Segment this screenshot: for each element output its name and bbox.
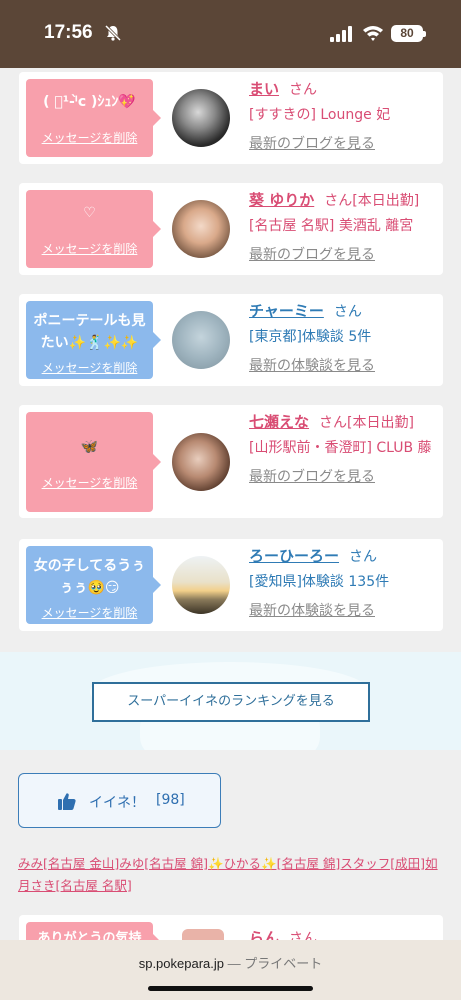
honorific: さん: [319, 415, 348, 431]
ranking-banner: スーパーイイネのランキングを見る: [0, 652, 461, 750]
sender-info: まい さん [すすきの] Lounge 妃 最新のブログを見る: [249, 78, 441, 155]
sender-info: チャーミー さん [東京都]体験談 5件 最新の体験談を見る: [249, 300, 441, 377]
bell-muted-icon: [104, 24, 122, 42]
sender-name[interactable]: ろーひーろー: [249, 547, 339, 565]
message-text: ポニーテールも見たい✨🕺✨✨: [33, 313, 146, 351]
message-text: 女の子してるうぅぅぅ🥹😏: [33, 558, 146, 596]
message-card: ポニーテールも見たい✨🕺✨✨ メッセージを削除 チャーミー さん [東京都]体験談…: [19, 294, 443, 386]
browser-address-bar[interactable]: sp.pokepara.jp — プライベート: [0, 940, 461, 1000]
user-region: [愛知県]体験談 135件: [249, 574, 390, 590]
wifi-icon: [363, 26, 383, 41]
honorific: さん: [324, 193, 353, 209]
avatar[interactable]: [172, 556, 230, 614]
latest-blog-link[interactable]: 最新のブログを見る: [249, 466, 441, 488]
thumbs-up-icon: [58, 793, 76, 810]
message-card: ♡ メッセージを削除 葵 ゆりか さん[本日出勤] [名古屋 名駅] 美酒乱 離宮…: [19, 183, 443, 275]
delete-message-link[interactable]: メッセージを削除: [26, 604, 153, 621]
avatar[interactable]: [172, 89, 230, 147]
sender-name[interactable]: 七瀬えな: [249, 413, 309, 431]
shop-name[interactable]: [山形駅前・香澄町] CLUB 藤: [249, 437, 441, 459]
shop-name[interactable]: [名古屋 名駅] 美酒乱 離宮: [249, 215, 441, 237]
message-text: 🦋: [80, 439, 99, 455]
message-bubble: 女の子してるうぅぅぅ🥹😏 メッセージを削除: [26, 546, 161, 624]
message-bubble: 🦋 メッセージを削除: [26, 412, 161, 512]
sender-info: ろーひーろー さん [愛知県]体験談 135件 最新の体験談を見る: [249, 545, 441, 622]
message-card: 女の子してるうぅぅぅ🥹😏 メッセージを削除 ろーひーろー さん [愛知県]体験談 …: [19, 539, 443, 631]
delete-message-link[interactable]: メッセージを削除: [26, 240, 153, 257]
message-text: ( ﾟ¹-ˡ̀ᴄ )ｼｭﾝ💖: [43, 94, 136, 110]
like-count: [98]: [156, 792, 185, 808]
delete-message-link[interactable]: メッセージを削除: [26, 474, 153, 491]
today-badge: [本日出勤]: [352, 193, 420, 209]
message-card: 🦋 メッセージを削除 七瀬えな さん[本日出勤] [山形駅前・香澄町] CLUB …: [19, 405, 443, 518]
sender-name[interactable]: チャーミー: [249, 302, 324, 320]
latest-blog-link[interactable]: 最新のブログを見る: [249, 133, 441, 155]
user-region: [東京都]体験談 5件: [249, 329, 372, 345]
avatar-placeholder[interactable]: [172, 311, 230, 369]
delete-message-link[interactable]: メッセージを削除: [26, 129, 153, 146]
battery-icon: 80: [391, 25, 426, 42]
honorific: さん: [349, 549, 378, 565]
url-display[interactable]: sp.pokepara.jp — プライベート: [0, 953, 461, 972]
home-indicator[interactable]: [148, 986, 313, 991]
message-bubble: ポニーテールも見たい✨🕺✨✨ メッセージを削除: [26, 301, 161, 379]
message-bubble: ( ﾟ¹-ˡ̀ᴄ )ｼｭﾝ💖 メッセージを削除: [26, 79, 161, 157]
cellular-signal-icon: [330, 26, 352, 42]
status-time: 17:56: [44, 22, 93, 43]
today-badge: [本日出勤]: [347, 415, 414, 431]
status-bar: 17:56 80: [0, 0, 461, 68]
honorific: さん: [333, 304, 362, 320]
latest-blog-link[interactable]: 最新のブログを見る: [249, 244, 441, 266]
ranking-button[interactable]: スーパーイイネのランキングを見る: [92, 682, 370, 722]
latest-review-link[interactable]: 最新の体験談を見る: [249, 355, 441, 377]
sender-info: 葵 ゆりか さん[本日出勤] [名古屋 名駅] 美酒乱 離宮 最新のブログを見る: [249, 189, 441, 266]
url-domain: sp.pokepara.jp: [138, 956, 224, 971]
message-card: ( ﾟ¹-ˡ̀ᴄ )ｼｭﾝ💖 メッセージを削除 まい さん [すすきの] Loun…: [19, 72, 443, 164]
sender-name[interactable]: まい: [249, 80, 279, 98]
sender-name[interactable]: 葵 ゆりか: [249, 191, 314, 209]
latest-review-link[interactable]: 最新の体験談を見る: [249, 600, 441, 622]
like-label: イイネ！: [89, 795, 145, 811]
avatar[interactable]: [172, 433, 230, 491]
browsing-mode: プライベート: [244, 956, 323, 971]
message-bubble: ♡ メッセージを削除: [26, 190, 161, 268]
sender-info: 七瀬えな さん[本日出勤] [山形駅前・香澄町] CLUB 藤 最新のブログを見る: [249, 411, 441, 488]
message-text: ♡: [83, 205, 96, 221]
delete-message-link[interactable]: メッセージを削除: [26, 359, 153, 376]
url-separator: —: [227, 956, 241, 971]
shop-name[interactable]: [すすきの] Lounge 妃: [249, 104, 441, 126]
honorific: さん: [289, 82, 318, 98]
like-button[interactable]: イイネ！ [98]: [18, 773, 221, 828]
liked-by-list[interactable]: みみ[名古屋 金山]みゆ[名古屋 錦]✨ひかる✨[名古屋 錦]スタッフ[成田]如…: [18, 853, 446, 897]
avatar[interactable]: [172, 200, 230, 258]
